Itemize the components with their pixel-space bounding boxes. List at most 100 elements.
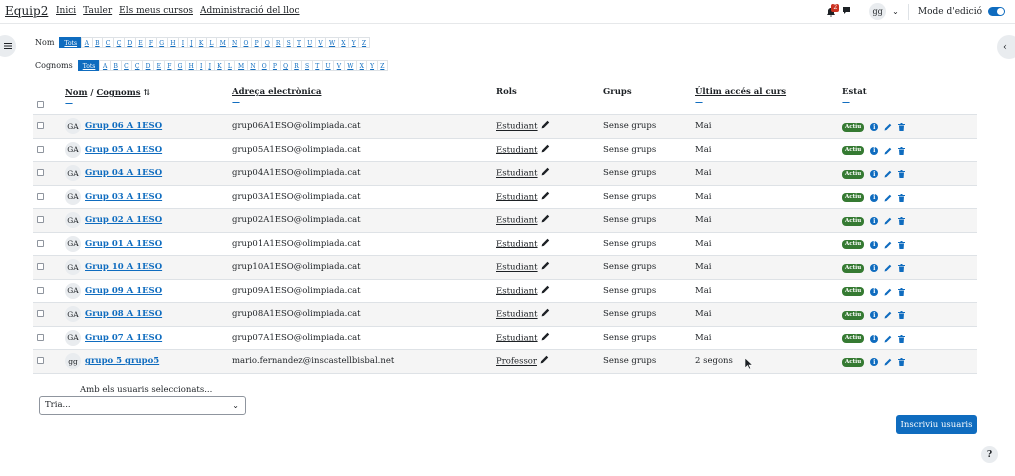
row-select-checkbox[interactable] [37,192,44,200]
user-name-link[interactable]: Grup 03 A 1ESO [85,192,162,202]
unenrol-trash-icon[interactable] [898,240,906,249]
edit-enrolment-pencil-icon[interactable] [884,194,892,202]
enrol-users-button[interactable]: Inscriviu usuaris [896,415,977,434]
enrolment-info-icon[interactable]: i [870,217,879,226]
nav-els-meus-cursos[interactable]: Els meus cursos [119,6,193,16]
unenrol-trash-icon[interactable] [898,170,906,179]
edit-enrolment-pencil-icon[interactable] [884,123,892,131]
enrolment-info-icon[interactable]: i [870,264,879,273]
nav-administracio[interactable]: Administració del lloc [200,6,300,16]
row-select-checkbox[interactable] [37,169,44,177]
hide-column-icon[interactable]: — [65,99,224,107]
user-name-link[interactable]: Grup 01 A 1ESO [85,239,162,249]
edit-enrolment-pencil-icon[interactable] [884,311,892,319]
edit-enrolment-pencil-icon[interactable] [884,264,892,272]
user-name-link[interactable]: Grup 07 A 1ESO [85,333,162,343]
user-menu-chevron-icon[interactable]: ⌄ [892,7,899,16]
select-all-checkbox[interactable] [37,101,44,108]
user-name-link[interactable]: Grup 02 A 1ESO [85,215,162,225]
edit-role-pencil-icon[interactable] [541,261,550,273]
enrolment-info-icon[interactable]: i [870,193,879,202]
last-name-initial-letter-23[interactable]: W [343,60,358,71]
row-select-checkbox[interactable] [37,333,44,341]
sort-by-last-access-link[interactable]: Últim accés al curs [695,87,786,97]
notifications-bell-icon[interactable]: 2 [826,3,840,17]
enrolment-info-icon[interactable]: i [870,123,879,132]
enrolment-info-icon[interactable]: i [870,170,879,179]
edit-role-pencil-icon[interactable] [541,285,550,297]
last-name-initial-all[interactable]: Tots [77,60,101,71]
first-name-initial-letter-23[interactable]: W [325,37,339,48]
hide-column-icon[interactable]: — [695,98,834,106]
enrolment-info-icon[interactable]: i [870,358,879,367]
help-button[interactable]: ? [981,446,998,463]
edit-role-pencil-icon[interactable] [541,144,550,156]
user-groups: Sense grups [599,326,691,350]
row-select-checkbox[interactable] [37,122,44,130]
open-block-drawer-button[interactable]: ‹ [997,35,1015,59]
unenrol-trash-icon[interactable] [898,146,906,155]
unenrol-trash-icon[interactable] [898,123,906,132]
row-select-checkbox[interactable] [37,145,44,153]
edit-enrolment-pencil-icon[interactable] [884,170,892,178]
edit-enrolment-pencil-icon[interactable] [884,147,892,155]
unenrol-trash-icon[interactable] [898,264,906,273]
edit-role-pencil-icon[interactable] [541,120,550,132]
site-brand[interactable]: Equip2 [5,4,48,18]
user-name-link[interactable]: Grup 06 A 1ESO [85,121,162,131]
user-name-link[interactable]: Grup 09 A 1ESO [85,286,162,296]
open-course-index-button[interactable] [0,35,16,57]
first-name-initial-all[interactable]: Tots [59,37,83,48]
unenrol-trash-icon[interactable] [898,358,906,367]
enrolment-info-icon[interactable]: i [870,146,879,155]
first-name-initial-letter-26[interactable]: Z [358,37,370,48]
edit-enrolment-pencil-icon[interactable] [884,288,892,296]
edit-role-pencil-icon[interactable] [541,167,550,179]
user-name-link[interactable]: Grup 04 A 1ESO [85,168,162,178]
edit-role-pencil-icon[interactable] [541,191,550,203]
edit-mode-toggle[interactable] [988,7,1005,16]
first-name-initial-letter-13[interactable]: M [216,37,230,48]
unenrol-trash-icon[interactable] [898,311,906,320]
edit-enrolment-pencil-icon[interactable] [884,335,892,343]
edit-enrolment-pencil-icon[interactable] [884,241,892,249]
user-name-link[interactable]: Grup 10 A 1ESO [85,262,162,272]
sort-by-nom-link[interactable]: Nom [65,88,87,98]
sort-by-cognoms-link[interactable]: Cognoms [96,88,140,98]
edit-role-pencil-icon[interactable] [541,308,550,320]
hide-column-icon[interactable]: — [842,98,973,106]
row-select-checkbox[interactable] [37,263,44,271]
edit-enrolment-pencil-icon[interactable] [884,358,892,366]
edit-role-pencil-icon[interactable] [541,214,550,226]
user-name-link[interactable]: grupo 5 grupo5 [85,356,159,366]
bulk-action-select[interactable]: Tria... ⌄ [39,396,246,415]
row-select-checkbox[interactable] [37,216,44,224]
edit-enrolment-pencil-icon[interactable] [884,217,892,225]
nav-tauler[interactable]: Tauler [83,6,112,16]
enrolment-info-icon[interactable]: i [870,287,879,296]
enrolment-info-icon[interactable]: i [870,311,879,320]
row-select-checkbox[interactable] [37,310,44,318]
row-select-checkbox[interactable] [37,357,44,365]
edit-role-pencil-icon[interactable] [540,355,549,367]
nav-inici[interactable]: Inici [56,6,76,16]
row-select-checkbox[interactable] [37,286,44,294]
unenrol-trash-icon[interactable] [898,287,906,296]
enrolment-info-icon[interactable]: i [870,240,879,249]
last-name-initial-letter-13[interactable]: M [234,60,248,71]
last-name-initial-letter-26[interactable]: Z [376,60,388,71]
edit-role-pencil-icon[interactable] [541,332,550,344]
row-select-checkbox[interactable] [37,239,44,247]
user-email: grup03A1ESO@olimpiada.cat [228,185,492,209]
edit-role-pencil-icon[interactable] [541,238,550,250]
hide-column-icon[interactable]: — [232,98,488,106]
unenrol-trash-icon[interactable] [898,217,906,226]
enrolment-info-icon[interactable]: i [870,334,879,343]
unenrol-trash-icon[interactable] [898,193,906,202]
user-avatar[interactable]: gg [869,3,887,20]
sort-by-email-link[interactable]: Adreça electrònica [232,87,321,97]
user-name-link[interactable]: Grup 08 A 1ESO [85,309,162,319]
user-name-link[interactable]: Grup 05 A 1ESO [85,145,162,155]
messages-icon[interactable] [842,6,851,18]
unenrol-trash-icon[interactable] [898,334,906,343]
